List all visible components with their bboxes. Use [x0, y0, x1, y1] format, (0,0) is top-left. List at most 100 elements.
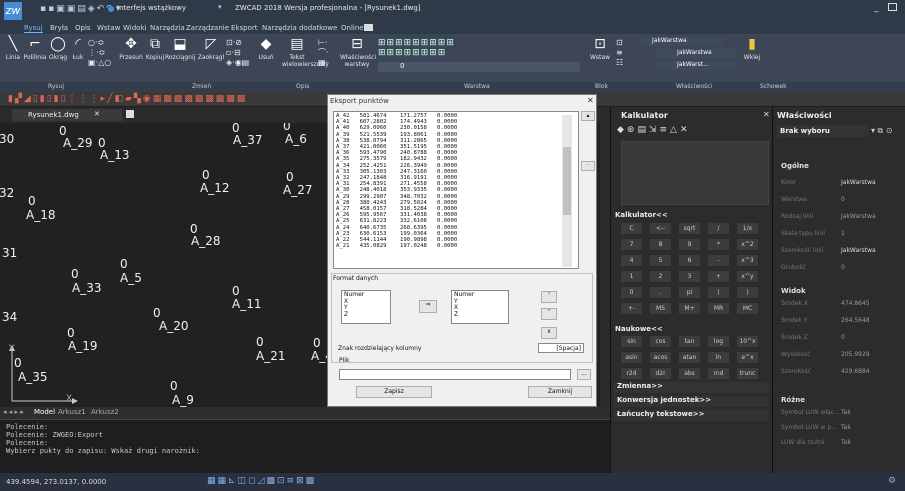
settings-gear-icon[interactable]: ⚙ [888, 476, 896, 486]
remove-field-button[interactable]: x [541, 327, 557, 339]
tab-arkusz1[interactable]: Arkusz1 [58, 408, 86, 416]
calc-key[interactable]: * [708, 239, 729, 250]
doc-tab-rysunek1[interactable]: Rysunek1.dwg ✕ [12, 109, 122, 121]
scrollbar-thumb[interactable] [563, 147, 571, 215]
move-up-button[interactable]: ▴ [581, 111, 595, 121]
close-button[interactable]: Zamknij [528, 386, 592, 398]
tab-rysuj[interactable]: Rysuj [24, 24, 43, 33]
calc-key[interactable]: MS [650, 303, 671, 314]
misc-section-title[interactable]: Różne [781, 396, 805, 404]
calc-key[interactable]: + [708, 271, 729, 282]
units-section[interactable]: Konwersja jednostek>> [613, 396, 769, 407]
prop-lineweight-dropdown[interactable]: JakWarst... [655, 61, 737, 70]
ribbon-toggle-icon[interactable] [364, 24, 373, 31]
sci-key[interactable]: 10^x [737, 336, 758, 347]
insert-button[interactable]: ⊡ Wstaw [590, 36, 610, 61]
layer-dropdown[interactable]: 0 [378, 62, 580, 72]
sci-key[interactable]: log [708, 336, 729, 347]
property-value[interactable]: 1 [841, 230, 845, 237]
layout-nav-arrows[interactable]: ◂ ◂ ▸ ▸ [3, 408, 24, 416]
points-list-scrollbar[interactable] [562, 115, 572, 267]
calc-key[interactable]: +- [621, 303, 642, 314]
save-button[interactable]: Zapisz [356, 386, 432, 398]
selection-dropdown[interactable]: Brak wyboru [777, 125, 869, 137]
calc-key[interactable]: 7 [621, 239, 642, 250]
tab-model[interactable]: Model [34, 408, 55, 416]
line-button[interactable]: ╲ Linia [2, 36, 24, 61]
calc-key[interactable]: 0 [621, 287, 642, 298]
calc-key[interactable]: MR [708, 303, 729, 314]
erase-button[interactable]: ◆ Usuń [256, 36, 276, 61]
view-section-title[interactable]: Widok [781, 287, 806, 295]
calc-key[interactable]: pi [679, 287, 700, 298]
sci-key[interactable]: abs [679, 368, 700, 379]
minimize-button[interactable]: _ [874, 3, 879, 13]
layer-tools-icons[interactable]: ⊞⊞⊞⊞⊞⊞⊞⊞⊞ ⊞⊞⊞⊞⊞⊞⊞⊞ [378, 38, 455, 58]
calc-key[interactable]: MC [737, 303, 758, 314]
property-value[interactable]: JakWarstwa [841, 179, 876, 186]
selected-fields-list[interactable]: Numer Y X Z [451, 290, 509, 324]
property-value[interactable]: 429.6884 [841, 368, 870, 375]
move-button[interactable]: ✥ Przesuń [119, 36, 143, 61]
command-console[interactable]: Polecenie: Polecenie: ZWGEO:Export Polec… [0, 419, 610, 473]
sci-key[interactable]: sin [621, 336, 642, 347]
block-small-tools[interactable]: ⊡ ≡ ☷ [616, 38, 623, 68]
list-item[interactable]: Z [344, 311, 388, 319]
property-value[interactable]: JakWarstwa [841, 213, 876, 220]
calc-key[interactable]: 9 [679, 239, 700, 250]
file-path-input[interactable] [339, 369, 571, 380]
calc-key[interactable]: 4 [621, 255, 642, 266]
property-value[interactable]: 264.5648 [841, 317, 870, 324]
sci-key[interactable]: e^x [737, 352, 758, 363]
stretch-button[interactable]: ⬓ Rozciągnij [165, 36, 195, 61]
calculator-close-icon[interactable]: ✕ [763, 110, 770, 119]
calc-key[interactable]: C [621, 223, 642, 234]
property-value[interactable]: 0 [841, 196, 845, 203]
property-value[interactable]: Tak [841, 439, 851, 446]
calc-key[interactable]: 1 [621, 271, 642, 282]
sci-key[interactable]: cos [650, 336, 671, 347]
strings-section[interactable]: Łańcuchy tekstowe>> [613, 410, 769, 421]
calc-key[interactable]: 6 [679, 255, 700, 266]
paste-button[interactable]: ▮ Wklej [740, 36, 764, 61]
polyline-button[interactable]: ⌐ Polilinia [23, 36, 47, 61]
calc-key[interactable]: 2 [650, 271, 671, 282]
tab-narzedzia[interactable]: Narzędzia [150, 24, 185, 32]
tab-online[interactable]: Online [341, 24, 364, 32]
calc-key[interactable]: / [708, 223, 729, 234]
calculator-toolbar[interactable]: ◆⊛▤⇲≡△✕ [617, 125, 691, 135]
tab-bryla[interactable]: Bryła [50, 24, 68, 32]
prop-linetype-dropdown[interactable]: JakWarstwa [655, 49, 737, 58]
toolbar-icons-row[interactable]: ▮▞◢▯▮▯▮▯⋮⋮⋮▸╱◧▰▚◉▦▩▩▩▩▩▩▩▩ [8, 94, 247, 104]
workspace-selector[interactable]: Interfejs wstążkowy [117, 4, 186, 12]
draw-small-tools[interactable]: ○·≎ ⋮·≎ ▣·△○ [88, 38, 111, 68]
mtext-button[interactable]: ▤ Tekst wielowierszowy [282, 36, 329, 68]
calc-key[interactable]: M+ [679, 303, 700, 314]
available-fields-list[interactable]: Numer X Y Z [341, 290, 391, 324]
tab-widoki[interactable]: Widoki [123, 24, 146, 32]
property-value[interactable]: Tak [841, 424, 851, 431]
properties-tools-icons[interactable]: ▾ ⧉ ⊙ [871, 126, 893, 136]
sci-key[interactable]: ln [708, 352, 729, 363]
calc-key[interactable]: ) [737, 287, 758, 298]
property-value[interactable]: 0 [841, 264, 845, 271]
layer-props-button[interactable]: ⊟ Właściwości warstwy [340, 36, 376, 68]
list-item[interactable]: Z [454, 311, 506, 319]
app-logo-icon[interactable]: zw [4, 2, 22, 20]
calc-key[interactable]: x^y [737, 271, 758, 282]
sci-key[interactable]: atan [679, 352, 700, 363]
variables-section[interactable]: Zmienna>> [613, 382, 769, 393]
fillet-button[interactable]: ◸ Zaokrągl [196, 36, 226, 61]
sci-key[interactable]: acos [650, 352, 671, 363]
dialog-close-icon[interactable]: ✕ [587, 96, 594, 105]
chevron-down-icon[interactable]: ▾ [218, 3, 222, 11]
calculator-scientific-title[interactable]: Naukowe<< [615, 325, 663, 333]
points-list-row[interactable]: A_21 435.0829 197.0248 0.0000 [336, 243, 576, 249]
points-list[interactable]: A_42 581.4674 171.2757 0.0000 A_41 607.28… [333, 111, 579, 269]
prop-color-dropdown[interactable]: JakWarstwa [640, 37, 722, 46]
maximize-button[interactable] [888, 3, 897, 11]
field-down-button[interactable]: ˅ [541, 308, 557, 320]
calculator-keypad-title[interactable]: Kalkulator<< [615, 211, 668, 219]
tab-zarzadzanie[interactable]: Zarządzanie [186, 24, 229, 32]
calc-key[interactable]: ( [708, 287, 729, 298]
